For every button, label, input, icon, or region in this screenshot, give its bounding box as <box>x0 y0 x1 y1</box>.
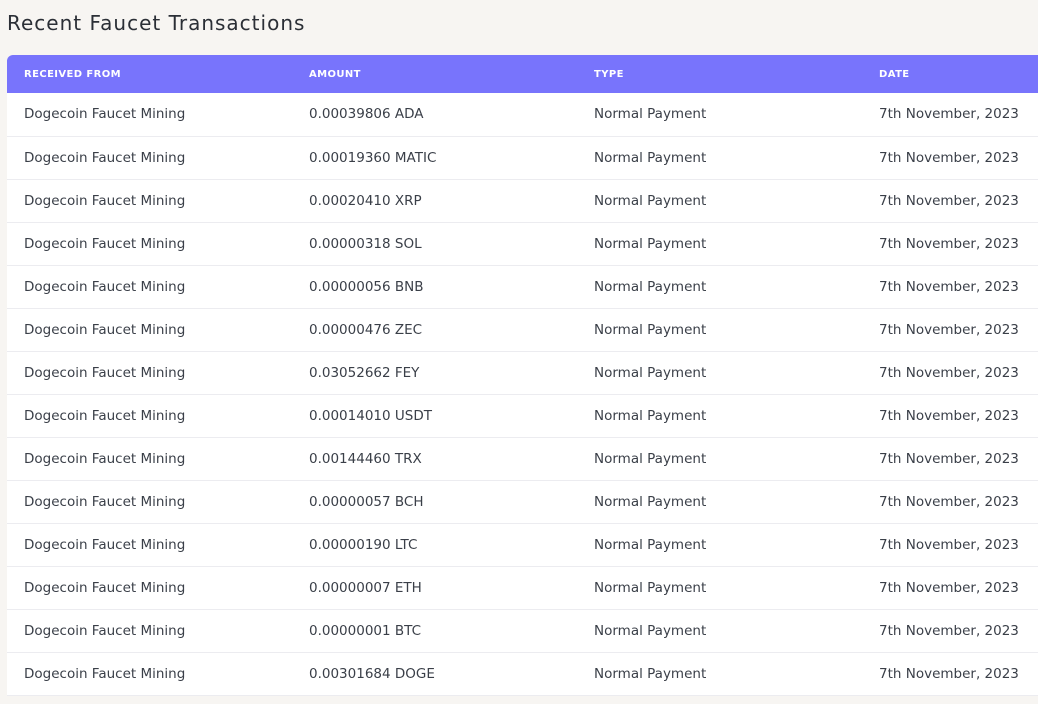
table-row: Dogecoin Faucet Mining 0.00014010 USDT Nor… <box>7 394 1038 437</box>
table-row: Dogecoin Faucet Mining 0.00019360 MATIC No… <box>7 136 1038 179</box>
cell-type: Normal Payment <box>594 321 707 338</box>
cell-type: Normal Payment <box>594 192 707 209</box>
cell-amount: 0.00000001 BTC <box>309 622 422 639</box>
cell-date: 7th November, 2023 <box>879 450 1019 467</box>
cell-received-from: Dogecoin Faucet Mining <box>24 450 186 467</box>
cell-type: Normal Payment <box>594 149 707 166</box>
cell-date: 7th November, 2023 <box>879 622 1019 639</box>
table-row: Dogecoin Faucet Mining 0.00000476 ZEC Norm… <box>7 308 1038 351</box>
cell-type: Normal Payment <box>594 493 707 510</box>
column-header-received-from: RECEIVED FROM <box>24 68 121 80</box>
cell-received-from: Dogecoin Faucet Mining <box>24 364 186 381</box>
table-header-row: RECEIVED FROM AMOUNT TYPE DATE <box>7 55 1038 93</box>
page-title: Recent Faucet Transactions <box>7 11 306 35</box>
cell-date: 7th November, 2023 <box>879 106 1019 123</box>
cell-type: Normal Payment <box>594 536 707 553</box>
cell-received-from: Dogecoin Faucet Mining <box>24 536 186 553</box>
cell-received-from: Dogecoin Faucet Mining <box>24 493 186 510</box>
transactions-table-container: RECEIVED FROM AMOUNT TYPE DATE Dogecoin … <box>7 55 1038 696</box>
cell-received-from: Dogecoin Faucet Mining <box>24 622 186 639</box>
table-header: RECEIVED FROM AMOUNT TYPE DATE <box>7 55 1038 93</box>
cell-type: Normal Payment <box>594 364 707 381</box>
cell-date: 7th November, 2023 <box>879 493 1019 510</box>
cell-amount: 0.00019360 MATIC <box>309 149 437 166</box>
cell-amount: 0.00000056 BNB <box>309 278 424 295</box>
cell-date: 7th November, 2023 <box>879 579 1019 596</box>
cell-type: Normal Payment <box>594 622 707 639</box>
page: Recent Faucet Transactions RECEIVED FROM… <box>0 0 1038 704</box>
cell-received-from: Dogecoin Faucet Mining <box>24 579 186 596</box>
column-header-type: TYPE <box>594 68 624 80</box>
cell-type: Normal Payment <box>594 235 707 252</box>
table-row: Dogecoin Faucet Mining 0.00000056 BNB Norm… <box>7 265 1038 308</box>
cell-received-from: Dogecoin Faucet Mining <box>24 665 186 682</box>
cell-type: Normal Payment <box>594 407 707 424</box>
cell-received-from: Dogecoin Faucet Mining <box>24 192 186 209</box>
cell-amount: 0.00144460 TRX <box>309 450 422 467</box>
cell-received-from: Dogecoin Faucet Mining <box>24 106 186 123</box>
cell-date: 7th November, 2023 <box>879 407 1019 424</box>
cell-date: 7th November, 2023 <box>879 536 1019 553</box>
cell-date: 7th November, 2023 <box>879 149 1019 166</box>
cell-amount: 0.00000476 ZEC <box>309 321 423 338</box>
cell-date: 7th November, 2023 <box>879 235 1019 252</box>
cell-amount: 0.00020410 XRP <box>309 192 422 209</box>
cell-amount: 0.00301684 DOGE <box>309 665 435 682</box>
cell-date: 7th November, 2023 <box>879 321 1019 338</box>
table-row: Dogecoin Faucet Mining 0.00000001 BTC Norm… <box>7 609 1038 652</box>
cell-type: Normal Payment <box>594 665 707 682</box>
cell-amount: 0.00000057 BCH <box>309 493 424 510</box>
table-row: Dogecoin Faucet Mining 0.03052662 FEY Norm… <box>7 351 1038 394</box>
cell-type: Normal Payment <box>594 450 707 467</box>
table-row: Dogecoin Faucet Mining 0.00144460 TRX Norm… <box>7 437 1038 480</box>
cell-type: Normal Payment <box>594 278 707 295</box>
cell-date: 7th November, 2023 <box>879 278 1019 295</box>
table-row: Dogecoin Faucet Mining 0.00000057 BCH Norm… <box>7 480 1038 523</box>
cell-received-from: Dogecoin Faucet Mining <box>24 321 186 338</box>
table-body: Dogecoin Faucet Mining 0.00039806 ADA Norm… <box>7 93 1038 695</box>
table-row: Dogecoin Faucet Mining 0.00000190 LTC Norm… <box>7 523 1038 566</box>
cell-received-from: Dogecoin Faucet Mining <box>24 278 186 295</box>
column-header-amount: AMOUNT <box>309 68 361 80</box>
transactions-table: RECEIVED FROM AMOUNT TYPE DATE Dogecoin … <box>7 55 1038 696</box>
column-header-date: DATE <box>879 68 910 80</box>
cell-date: 7th November, 2023 <box>879 665 1019 682</box>
cell-type: Normal Payment <box>594 579 707 596</box>
table-row: Dogecoin Faucet Mining 0.00039806 ADA Norm… <box>7 93 1038 136</box>
cell-amount: 0.00000318 SOL <box>309 235 422 252</box>
cell-amount: 0.03052662 FEY <box>309 364 420 381</box>
table-row: Dogecoin Faucet Mining 0.00000318 SOL Norm… <box>7 222 1038 265</box>
cell-type: Normal Payment <box>594 106 707 123</box>
cell-received-from: Dogecoin Faucet Mining <box>24 235 186 252</box>
cell-amount: 0.00014010 USDT <box>309 407 432 424</box>
cell-amount: 0.00039806 ADA <box>309 106 424 123</box>
table-row: Dogecoin Faucet Mining 0.00020410 XRP Norm… <box>7 179 1038 222</box>
table-row: Dogecoin Faucet Mining 0.00000007 ETH Norm… <box>7 566 1038 609</box>
cell-received-from: Dogecoin Faucet Mining <box>24 407 186 424</box>
cell-amount: 0.00000190 LTC <box>309 536 418 553</box>
cell-date: 7th November, 2023 <box>879 192 1019 209</box>
table-row: Dogecoin Faucet Mining 0.00301684 DOGE Nor… <box>7 652 1038 695</box>
cell-date: 7th November, 2023 <box>879 364 1019 381</box>
cell-received-from: Dogecoin Faucet Mining <box>24 149 186 166</box>
cell-amount: 0.00000007 ETH <box>309 579 422 596</box>
